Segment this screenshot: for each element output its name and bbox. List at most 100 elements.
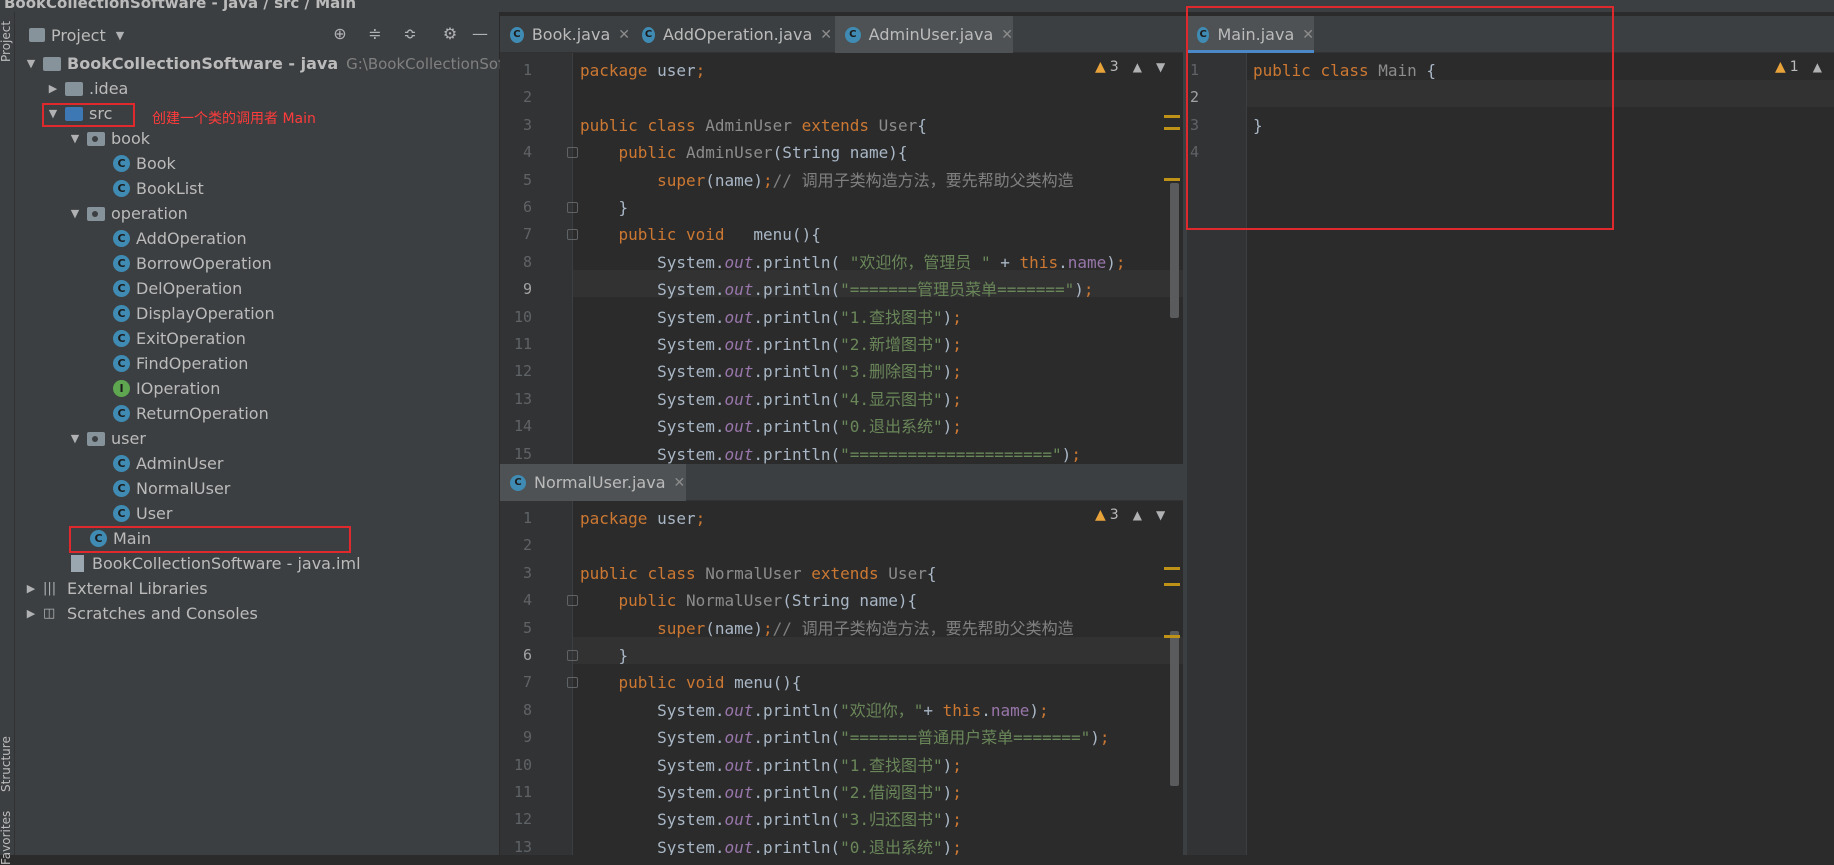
code-line[interactable]: package user; [580,505,705,532]
project-tool-tab[interactable]: Project [0,21,13,62]
chevron-down-icon[interactable]: ▼ [1156,508,1165,522]
collapse-all-icon[interactable]: ≎ [400,24,420,44]
tree-item-book[interactable]: ▼ book [67,126,150,151]
close-icon[interactable]: ✕ [820,27,832,43]
warning-marker[interactable] [1164,115,1180,118]
tree-item-NormalUser[interactable]: C NormalUser [113,476,230,501]
favorites-tool-tab[interactable]: Favorites [0,811,13,865]
fold-marker-icon[interactable] [567,202,578,213]
code-line[interactable]: public NormalUser(String name){ [580,587,918,614]
tab-book-java[interactable]: C Book.java ✕ [500,16,630,53]
code-line[interactable]: super(name);// 调用子类构造方法，要先帮助父类构造 [580,167,1074,194]
chevron-down-icon[interactable]: ▼ [23,57,39,70]
locate-icon[interactable]: ⊕ [330,24,350,44]
code-line[interactable]: System.out.println("3.归还图书"); [580,806,962,833]
code-line[interactable]: public class NormalUser extends User{ [580,560,936,587]
code-line[interactable]: System.out.println("1.查找图书"); [580,304,962,331]
code-line[interactable]: package user; [580,57,705,84]
chevron-down-icon[interactable]: ▼ [1156,60,1165,74]
fold-marker-icon[interactable] [567,595,578,607]
code-line[interactable]: System.out.println("欢迎你，"+ this.name); [580,697,1049,724]
tree-item-DelOperation[interactable]: C DelOperation [113,276,242,301]
tree-item-ExitOperation[interactable]: C ExitOperation [113,326,246,351]
warning-marker[interactable] [1164,635,1180,638]
tree-item-operation[interactable]: ▼ operation [67,201,188,226]
code-line[interactable]: super(name);// 调用子类构造方法，要先帮助父类构造 [580,615,1074,642]
tab-adminuser-java[interactable]: C AdminUser.java ✕ [835,16,1013,53]
code-line[interactable]: System.out.println("0.退出系统"); [580,834,962,855]
inspection-widget[interactable]: ▲ 3 ▲ ▼ [1095,507,1165,523]
warning-marker[interactable] [1164,127,1180,130]
chevron-right-icon[interactable]: ▶ [23,582,39,595]
chevron-down-icon[interactable]: ▼ [67,432,83,445]
inspection-widget[interactable]: ▲ 1 ▲ [1775,59,1822,75]
project-panel-title[interactable]: Project [51,26,106,45]
code-line[interactable]: System.out.println( "欢迎你，管理员 " + this.na… [580,249,1125,276]
chevron-down-icon[interactable]: ▼ [67,132,83,145]
expand-all-icon[interactable]: ≑ [365,24,385,44]
code-line[interactable]: } [580,194,629,221]
code-line[interactable]: System.out.println("4.显示图书"); [580,386,962,413]
chevron-down-icon[interactable]: ▼ [67,207,83,220]
breadcrumb[interactable]: BookCollectionSoftware - java / src / Ma… [4,0,356,12]
class-icon: C [113,180,130,197]
code-line[interactable]: System.out.println("=======普通用户菜单=======… [580,724,1109,751]
tree-item-idea[interactable]: ▶ .idea [45,76,129,101]
tree-item-DisplayOperation[interactable]: C DisplayOperation [113,301,275,326]
tree-item-BookList[interactable]: C BookList [113,176,204,201]
fold-marker-icon[interactable] [567,229,578,241]
code-line[interactable]: public AdminUser(String name){ [580,139,908,166]
hide-panel-icon[interactable]: — [470,24,490,44]
gear-icon[interactable]: ⚙ [440,24,460,44]
code-line[interactable]: System.out.println("0.退出系统"); [580,413,962,440]
tree-item-external-libraries[interactable]: ▶ ||| External Libraries [23,576,208,601]
tree-item-Book[interactable]: C Book [113,151,176,176]
tree-item-AdminUser[interactable]: C AdminUser [113,451,223,476]
scrollbar[interactable] [1170,183,1179,318]
chevron-right-icon[interactable]: ▶ [23,607,39,620]
chevron-up-icon[interactable]: ▲ [1133,60,1142,74]
tab-addoperation-java[interactable]: C AddOperation.java ✕ [632,16,832,53]
code-line[interactable]: System.out.println("1.查找图书"); [580,752,962,779]
warning-marker[interactable] [1164,583,1180,586]
structure-tool-tab[interactable]: Structure [0,736,13,792]
warning-marker[interactable] [1164,178,1180,181]
tree-item-FindOperation[interactable]: C FindOperation [113,351,248,376]
code-line[interactable]: System.out.println("====================… [580,441,1081,464]
code-line[interactable]: public void menu(){ [580,669,802,696]
chevron-right-icon[interactable]: ▶ [45,82,61,95]
close-icon[interactable]: ✕ [1001,27,1013,43]
normaluser-editor[interactable]: 1 package user; 2 3 public class NormalUser … [500,501,1183,855]
chevron-up-icon[interactable]: ▲ [1813,60,1822,74]
fold-marker-icon[interactable] [567,650,578,661]
tab-normaluser-java[interactable]: C NormalUser.java ✕ [500,464,686,501]
tree-item-IOperation[interactable]: I IOperation [113,376,220,401]
code-line[interactable]: System.out.println("=======管理员菜单======="… [580,276,1093,303]
code-line[interactable]: System.out.println("2.借阅图书"); [580,779,962,806]
tree-item-scratches[interactable]: ▶ ◫ Scratches and Consoles [23,601,258,626]
close-icon[interactable]: ✕ [674,475,686,491]
chevron-down-icon[interactable]: ▼ [116,29,124,42]
tree-item-AddOperation[interactable]: C AddOperation [113,226,247,251]
code-line[interactable]: } [580,642,629,669]
tree-item-ReturnOperation[interactable]: C ReturnOperation [113,401,269,426]
class-icon: C [113,455,130,472]
tree-item-iml[interactable]: BookCollectionSoftware - java.iml [71,551,361,576]
code-line[interactable]: System.out.println("2.新增图书"); [580,331,962,358]
class-icon: C [113,230,130,247]
tree-item-user[interactable]: ▼ user [67,426,146,451]
tree-item-BorrowOperation[interactable]: C BorrowOperation [113,251,272,276]
tree-root[interactable]: ▼ BookCollectionSoftware - java G:\BookC… [23,51,546,76]
fold-marker-icon[interactable] [567,677,578,689]
chevron-up-icon[interactable]: ▲ [1133,508,1142,522]
close-icon[interactable]: ✕ [618,27,630,43]
inspection-widget[interactable]: ▲ 3 ▲ ▼ [1095,59,1165,75]
fold-marker-icon[interactable] [567,147,578,159]
warning-marker[interactable] [1164,567,1180,570]
code-line[interactable]: System.out.println("3.删除图书"); [580,358,962,385]
scrollbar[interactable] [1170,631,1179,786]
code-line[interactable]: public void menu(){ [580,221,821,248]
code-line[interactable]: public class AdminUser extends User{ [580,112,927,139]
tree-item-User[interactable]: C User [113,501,172,526]
adminuser-editor[interactable]: 1 package user; 2 3 public class AdminUser e… [500,53,1183,464]
